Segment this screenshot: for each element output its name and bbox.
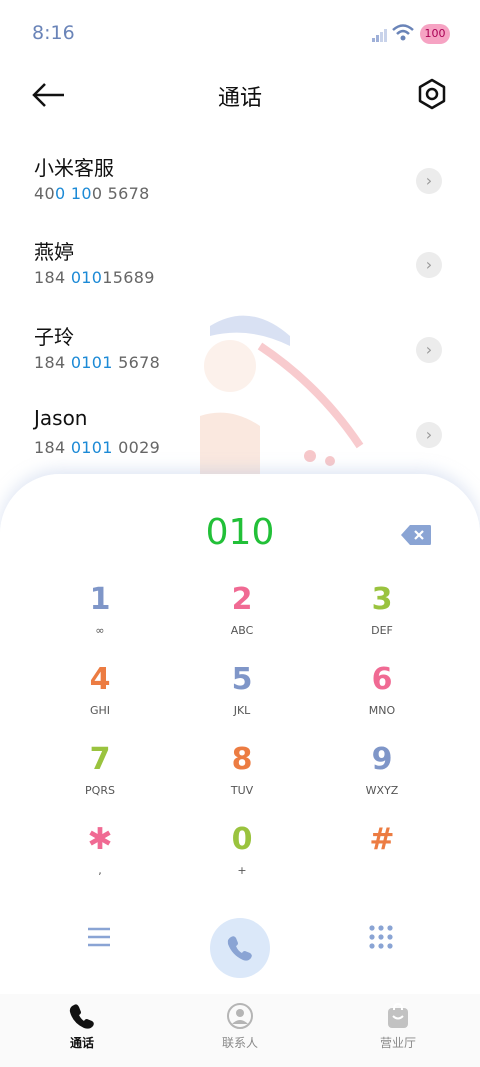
chevron-right-icon[interactable]: › [416, 252, 442, 278]
dial-key-letters: TUV [230, 784, 254, 797]
dial-key[interactable]: 7 PQRS [40, 742, 160, 812]
dial-key-letters: ∞ [95, 624, 105, 637]
dial-key-digit: 2 [231, 582, 253, 617]
contact-number: 184 0101 5678 [34, 353, 161, 372]
wifi-icon [392, 24, 414, 41]
dial-key[interactable]: 8 TUV [182, 742, 302, 812]
contact-row[interactable]: 燕婷 184 01015689 › [0, 236, 480, 316]
tab-label: 通话 [69, 1036, 94, 1050]
dial-key-letters: GHI [89, 704, 111, 717]
backspace-icon[interactable] [400, 524, 432, 546]
status-time: 8:16 [32, 22, 75, 44]
contact-number: 184 01015689 [34, 268, 155, 287]
contacts-icon [227, 1003, 253, 1029]
signal-icon [372, 29, 387, 42]
tab-label: 联系人 [221, 1036, 258, 1050]
dial-key[interactable]: 1 ∞ [40, 582, 160, 652]
contact-row[interactable]: 子玲 184 0101 5678 › [0, 321, 480, 401]
dial-key-digit: 6 [371, 662, 393, 697]
phone-icon [69, 1004, 94, 1029]
dial-key-letters: JKL [233, 704, 251, 717]
dial-key-letters: + [237, 864, 247, 877]
dial-key[interactable]: 9 WXYZ [322, 742, 442, 812]
contact-number: 184 0101 0029 [34, 438, 161, 457]
chevron-right-icon[interactable]: › [416, 337, 442, 363]
phone-icon [227, 936, 252, 961]
dial-key-digit: 4 [89, 662, 111, 697]
dial-key-digit: 1 [89, 582, 111, 617]
settings-gear-icon[interactable] [414, 76, 450, 112]
dial-key-digit: 8 [231, 742, 253, 777]
dial-key-digit: 0 [231, 822, 253, 857]
dial-key[interactable]: # [322, 822, 442, 892]
chevron-right-icon[interactable]: › [416, 422, 442, 448]
tab-label: 营业厅 [379, 1036, 416, 1050]
dial-key-digit: ✱ [87, 822, 113, 857]
contact-name: 子玲 [34, 325, 74, 349]
contact-name: Jason [34, 406, 88, 430]
menu-icon[interactable] [86, 926, 112, 948]
tab-contacts[interactable]: 联系人 [180, 994, 300, 1064]
status-bar: 8:16 100 [0, 0, 480, 66]
dialpad-toggle-icon[interactable] [368, 924, 394, 950]
dial-key-letters: PQRS [85, 784, 115, 797]
dial-key[interactable]: ✱, [40, 822, 160, 892]
tab-calls[interactable]: 通话 [22, 994, 142, 1064]
dial-key-digit: 7 [89, 742, 111, 777]
dial-key-letters: , [98, 864, 102, 877]
chevron-right-icon[interactable]: › [416, 168, 442, 194]
battery-indicator: 100 [420, 24, 450, 44]
shop-bag-icon [388, 1002, 408, 1028]
dial-key[interactable]: 5 JKL [182, 662, 302, 732]
contact-row[interactable]: 小米客服 400 100 5678 › [0, 152, 480, 232]
dial-key-digit: # [369, 822, 395, 857]
app-header: 通话 [0, 70, 480, 120]
dial-key-letters: WXYZ [365, 784, 399, 797]
contact-name: 燕婷 [34, 240, 74, 264]
dial-key[interactable]: 6 MNO [322, 662, 442, 732]
dial-key-letters: DEF [371, 624, 393, 637]
dial-key[interactable]: 0 + [182, 822, 302, 892]
dial-key[interactable]: 4 GHI [40, 662, 160, 732]
contact-name: 小米客服 [34, 156, 114, 180]
dial-key-letters: MNO [368, 704, 396, 717]
dial-key-digit: 5 [231, 662, 253, 697]
contact-number: 400 100 5678 [34, 184, 150, 203]
bottom-nav: 通话 联系人 营业厅 [0, 994, 480, 1067]
call-button[interactable] [210, 918, 270, 978]
dial-key-digit: 9 [371, 742, 393, 777]
dial-key-letters: ABC [230, 624, 254, 637]
dial-key[interactable]: 3 DEF [322, 582, 442, 652]
tab-store[interactable]: 营业厅 [338, 994, 458, 1064]
dial-key-digit: 3 [371, 582, 393, 617]
dial-key[interactable]: 2 ABC [182, 582, 302, 652]
page-title: 通话 [217, 86, 262, 111]
